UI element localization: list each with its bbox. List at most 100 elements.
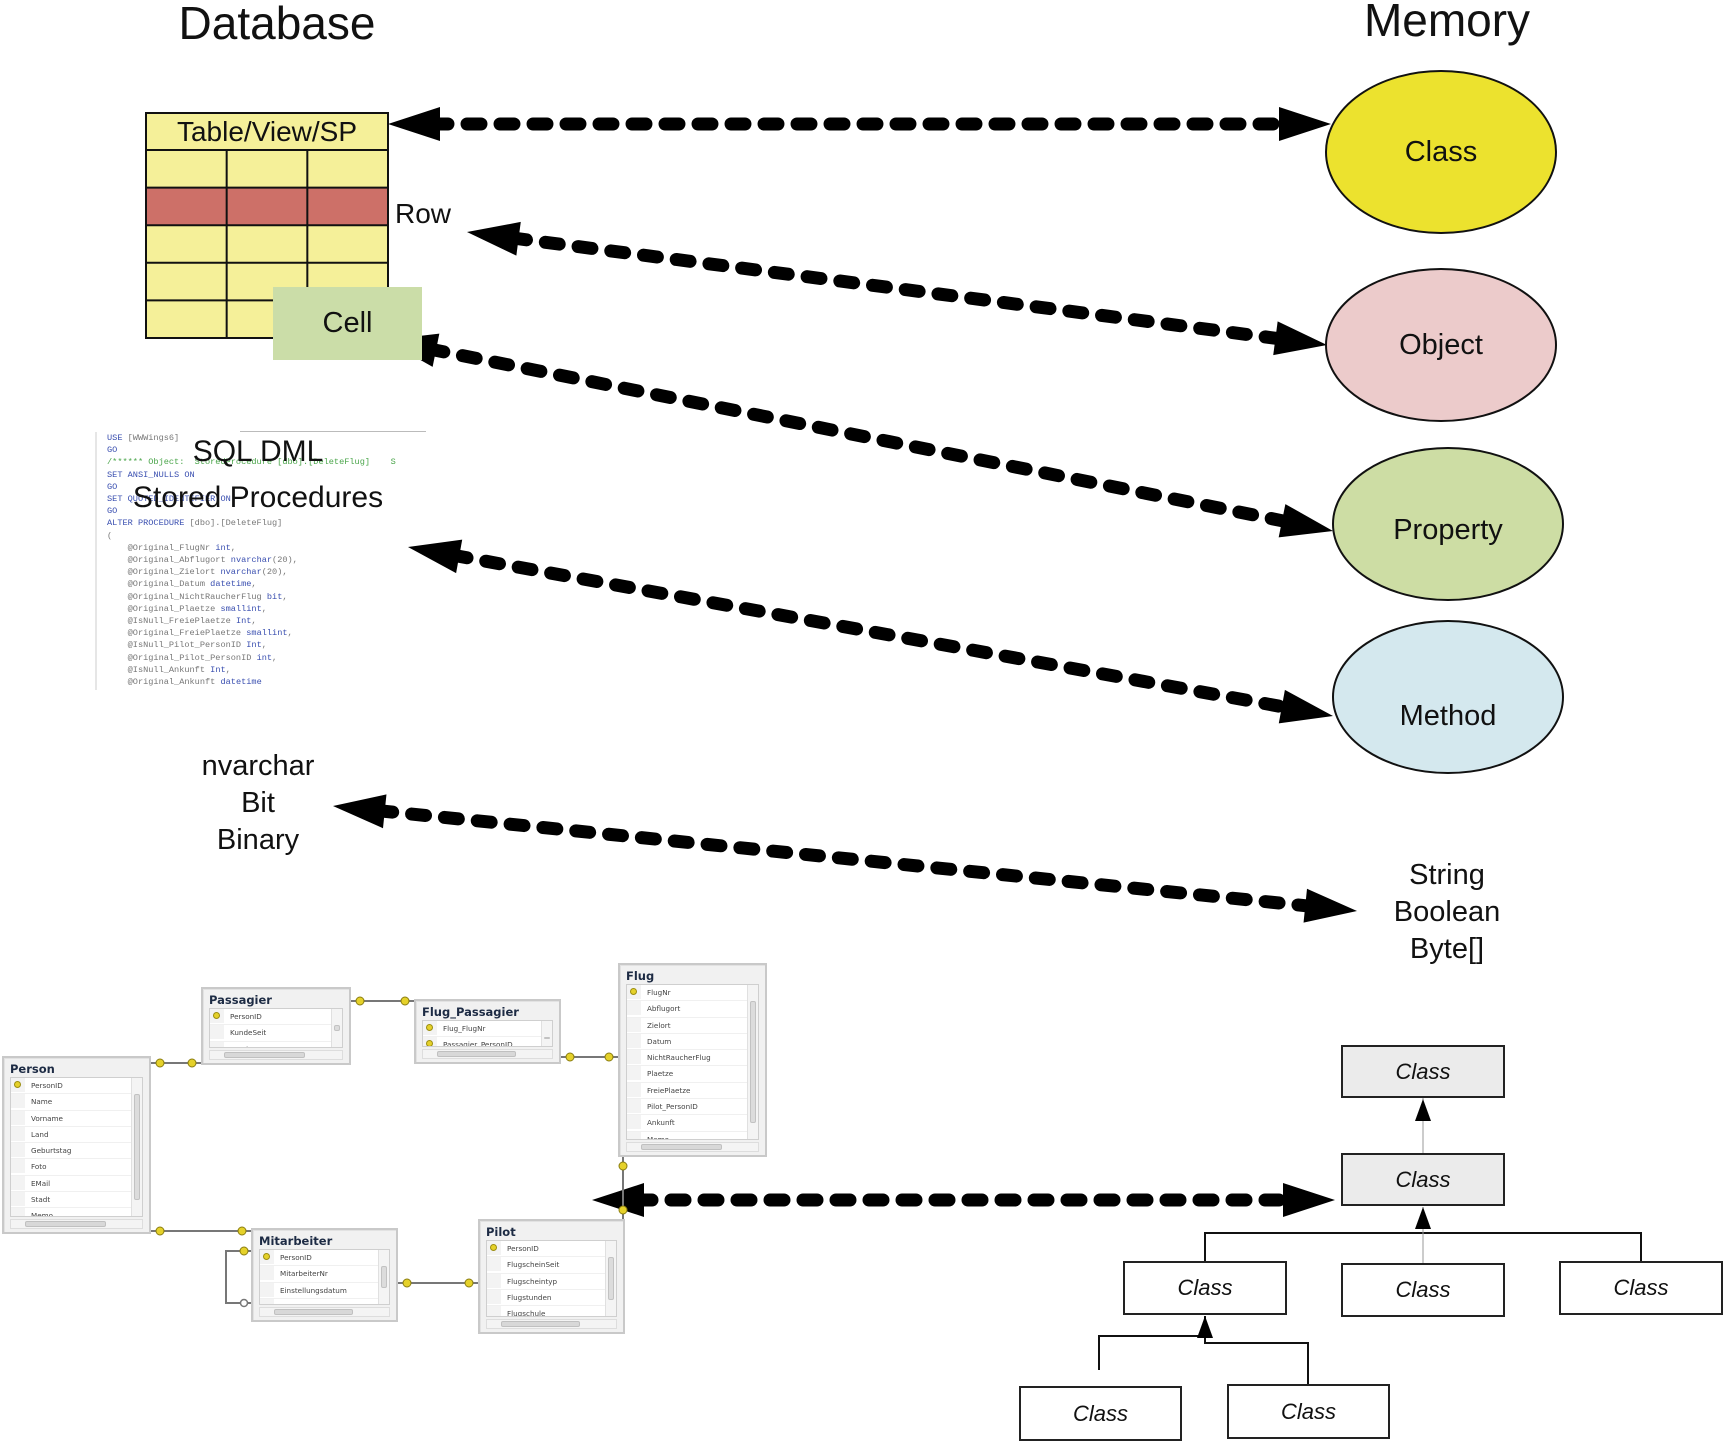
er-column-row[interactable]: Memo [627,1131,758,1139]
scrollbar-thumb[interactable] [544,1037,550,1039]
scrollbar-thumb[interactable] [25,1221,106,1227]
row-selector [487,1273,501,1288]
scrollbar-thumb[interactable] [501,1321,581,1327]
er-column-list: PersonID Name Vorname Land Geburtstag Foto EMa… [10,1077,143,1217]
vertical-scrollbar[interactable] [541,1021,552,1046]
scrollbar-thumb[interactable] [437,1051,517,1057]
rel-flug-pilot [618,1157,628,1219]
row-selector [11,1175,25,1190]
vertical-scrollbar[interactable] [131,1078,142,1216]
vertical-scrollbar[interactable] [378,1250,389,1304]
er-column-row[interactable]: KundeSeit [210,1025,342,1042]
code-keyword: SET ANSI_NULLS ON [107,469,195,480]
er-column-row[interactable]: FreiePlaetze [627,1082,758,1100]
er-column-row[interactable]: Ankunft [627,1115,758,1132]
key-end-icon [155,1058,165,1068]
key-end-icon [618,1161,628,1171]
scrollbar-thumb[interactable] [134,1094,140,1200]
er-table-flug-passagier[interactable]: Flug_Passagier Flug_FlugNr Passagier_Perso… [414,999,561,1064]
code-line: @Original_NichtRaucherFlug bit, [107,591,396,603]
er-table-title: Pilot [486,1225,516,1239]
scrollbar-thumb[interactable] [274,1309,354,1315]
er-column-row[interactable]: PersonID [487,1241,616,1258]
relationship-line [225,1250,251,1304]
er-table-title: Person [10,1062,55,1076]
horizontal-scrollbar[interactable] [259,1307,390,1317]
horizontal-scrollbar[interactable] [626,1142,759,1152]
vertical-scrollbar[interactable] [605,1241,616,1316]
er-column-row[interactable]: Flugschule [487,1306,616,1316]
er-column-row[interactable]: Passagier_PersonID [423,1037,552,1046]
er-column-row[interactable]: Flug_FlugNr [423,1021,552,1038]
code-text: , [261,603,267,614]
scrollbar-thumb[interactable] [334,1025,340,1031]
er-column-row[interactable]: Foto [11,1159,142,1176]
primary-key-icon [490,1244,497,1251]
er-column-row[interactable]: Pilot_PersonID [627,1099,758,1116]
er-column-row[interactable]: Abflugort [627,1001,758,1018]
er-column-row[interactable]: Land [11,1126,142,1144]
scrollbar-thumb[interactable] [641,1144,722,1150]
er-column-row[interactable]: Flugscheintyp [487,1273,616,1290]
er-column-row[interactable]: Geburtstag [11,1143,142,1160]
er-column-list: PersonID KundeSeit KundenStatus [209,1008,343,1048]
scrollbar-thumb[interactable] [381,1266,387,1288]
code-line: @Original_FreiePlaetze smallint, [107,627,396,639]
code-text: , [225,664,231,675]
er-column-row[interactable]: Flugstunden [487,1289,616,1307]
er-column-name: Ankunft [647,1118,675,1128]
arrow-cell-property [423,342,1295,529]
er-column-row[interactable]: Stadt [11,1192,142,1209]
scrollbar-thumb[interactable] [750,1001,756,1123]
er-column-name: Foto [31,1162,47,1172]
row-selector [627,1017,641,1032]
er-column-row[interactable]: Vorname [11,1110,142,1127]
code-text: @Original_Zielort [107,567,221,578]
er-table-person[interactable]: Person PersonID Name Vorname Land Geburtstag F… [2,1056,151,1234]
er-column-name: Vorname [31,1113,63,1123]
horizontal-scrollbar[interactable] [209,1050,343,1060]
scrollbar-thumb[interactable] [608,1257,614,1300]
er-column-row[interactable]: Zielort [627,1017,758,1034]
er-column-row[interactable]: Plaetze [627,1066,758,1083]
code-line: @IsNull_Pilot_PersonID Int, [107,639,396,651]
er-column-row[interactable]: FlugscheinSeit [487,1257,616,1274]
code-text: @Original_Ankunft [107,677,221,688]
horizontal-scrollbar[interactable] [10,1219,143,1229]
er-column-row[interactable]: Name [11,1094,142,1111]
er-column-row[interactable]: PersonID [11,1078,142,1095]
er-table-mitarbeiter[interactable]: Mitarbeiter PersonID MitarbeiterNr Einstell… [251,1228,398,1322]
er-column-row[interactable]: Einstellungsdatum [260,1282,389,1299]
er-column-row[interactable]: Memo [11,1208,142,1216]
key-end-icon [239,1246,249,1256]
er-column-row[interactable]: FlugNr [627,985,758,1002]
er-column-row[interactable]: MitarbeiterNr [260,1266,389,1283]
er-column-row[interactable]: KundenStatus [210,1041,342,1047]
key-end-icon [565,1052,575,1062]
arrow-sp-method [446,548,1295,715]
row-selector [627,1050,641,1065]
er-column-row[interactable]: PersonID [260,1250,389,1267]
er-column-name: Stadt [31,1195,51,1205]
vertical-scrollbar[interactable] [747,985,758,1139]
code-keyword: Int [235,616,252,627]
row-selector [11,1110,25,1125]
er-table-pilot[interactable]: Pilot PersonID FlugscheinSeit Flugscheintyp… [478,1219,625,1334]
er-column-list: FlugNr Abflugort Zielort Datum NichtRaucherF… [626,984,759,1140]
er-column-row[interactable]: NichtRaucherFlug [627,1050,758,1067]
er-column-row[interactable]: PersonID [210,1009,342,1026]
row-selector [627,1033,641,1048]
scrollbar-thumb[interactable] [224,1052,306,1058]
code-keyword: nvarchar [230,555,273,566]
net-type-boolean: Boolean [1393,896,1501,928]
horizontal-scrollbar[interactable] [422,1049,553,1059]
vertical-scrollbar[interactable] [331,1009,342,1047]
horizontal-scrollbar[interactable] [486,1319,617,1329]
code-text: , [282,591,288,602]
er-table-passagier[interactable]: Passagier PersonID KundeSeit KundenStatus [201,987,351,1065]
diagram-canvas: Database Memory Table/View/SP Row Cell U… [0,0,1725,1443]
er-column-row[interactable]: Datum [627,1033,758,1051]
er-column-row[interactable]: VorgesetzterPersonID [260,1298,389,1304]
er-column-row[interactable]: EMail [11,1175,142,1193]
er-table-flug[interactable]: Flug FlugNr Abflugort Zielort Datum NichtRauc… [618,963,767,1157]
